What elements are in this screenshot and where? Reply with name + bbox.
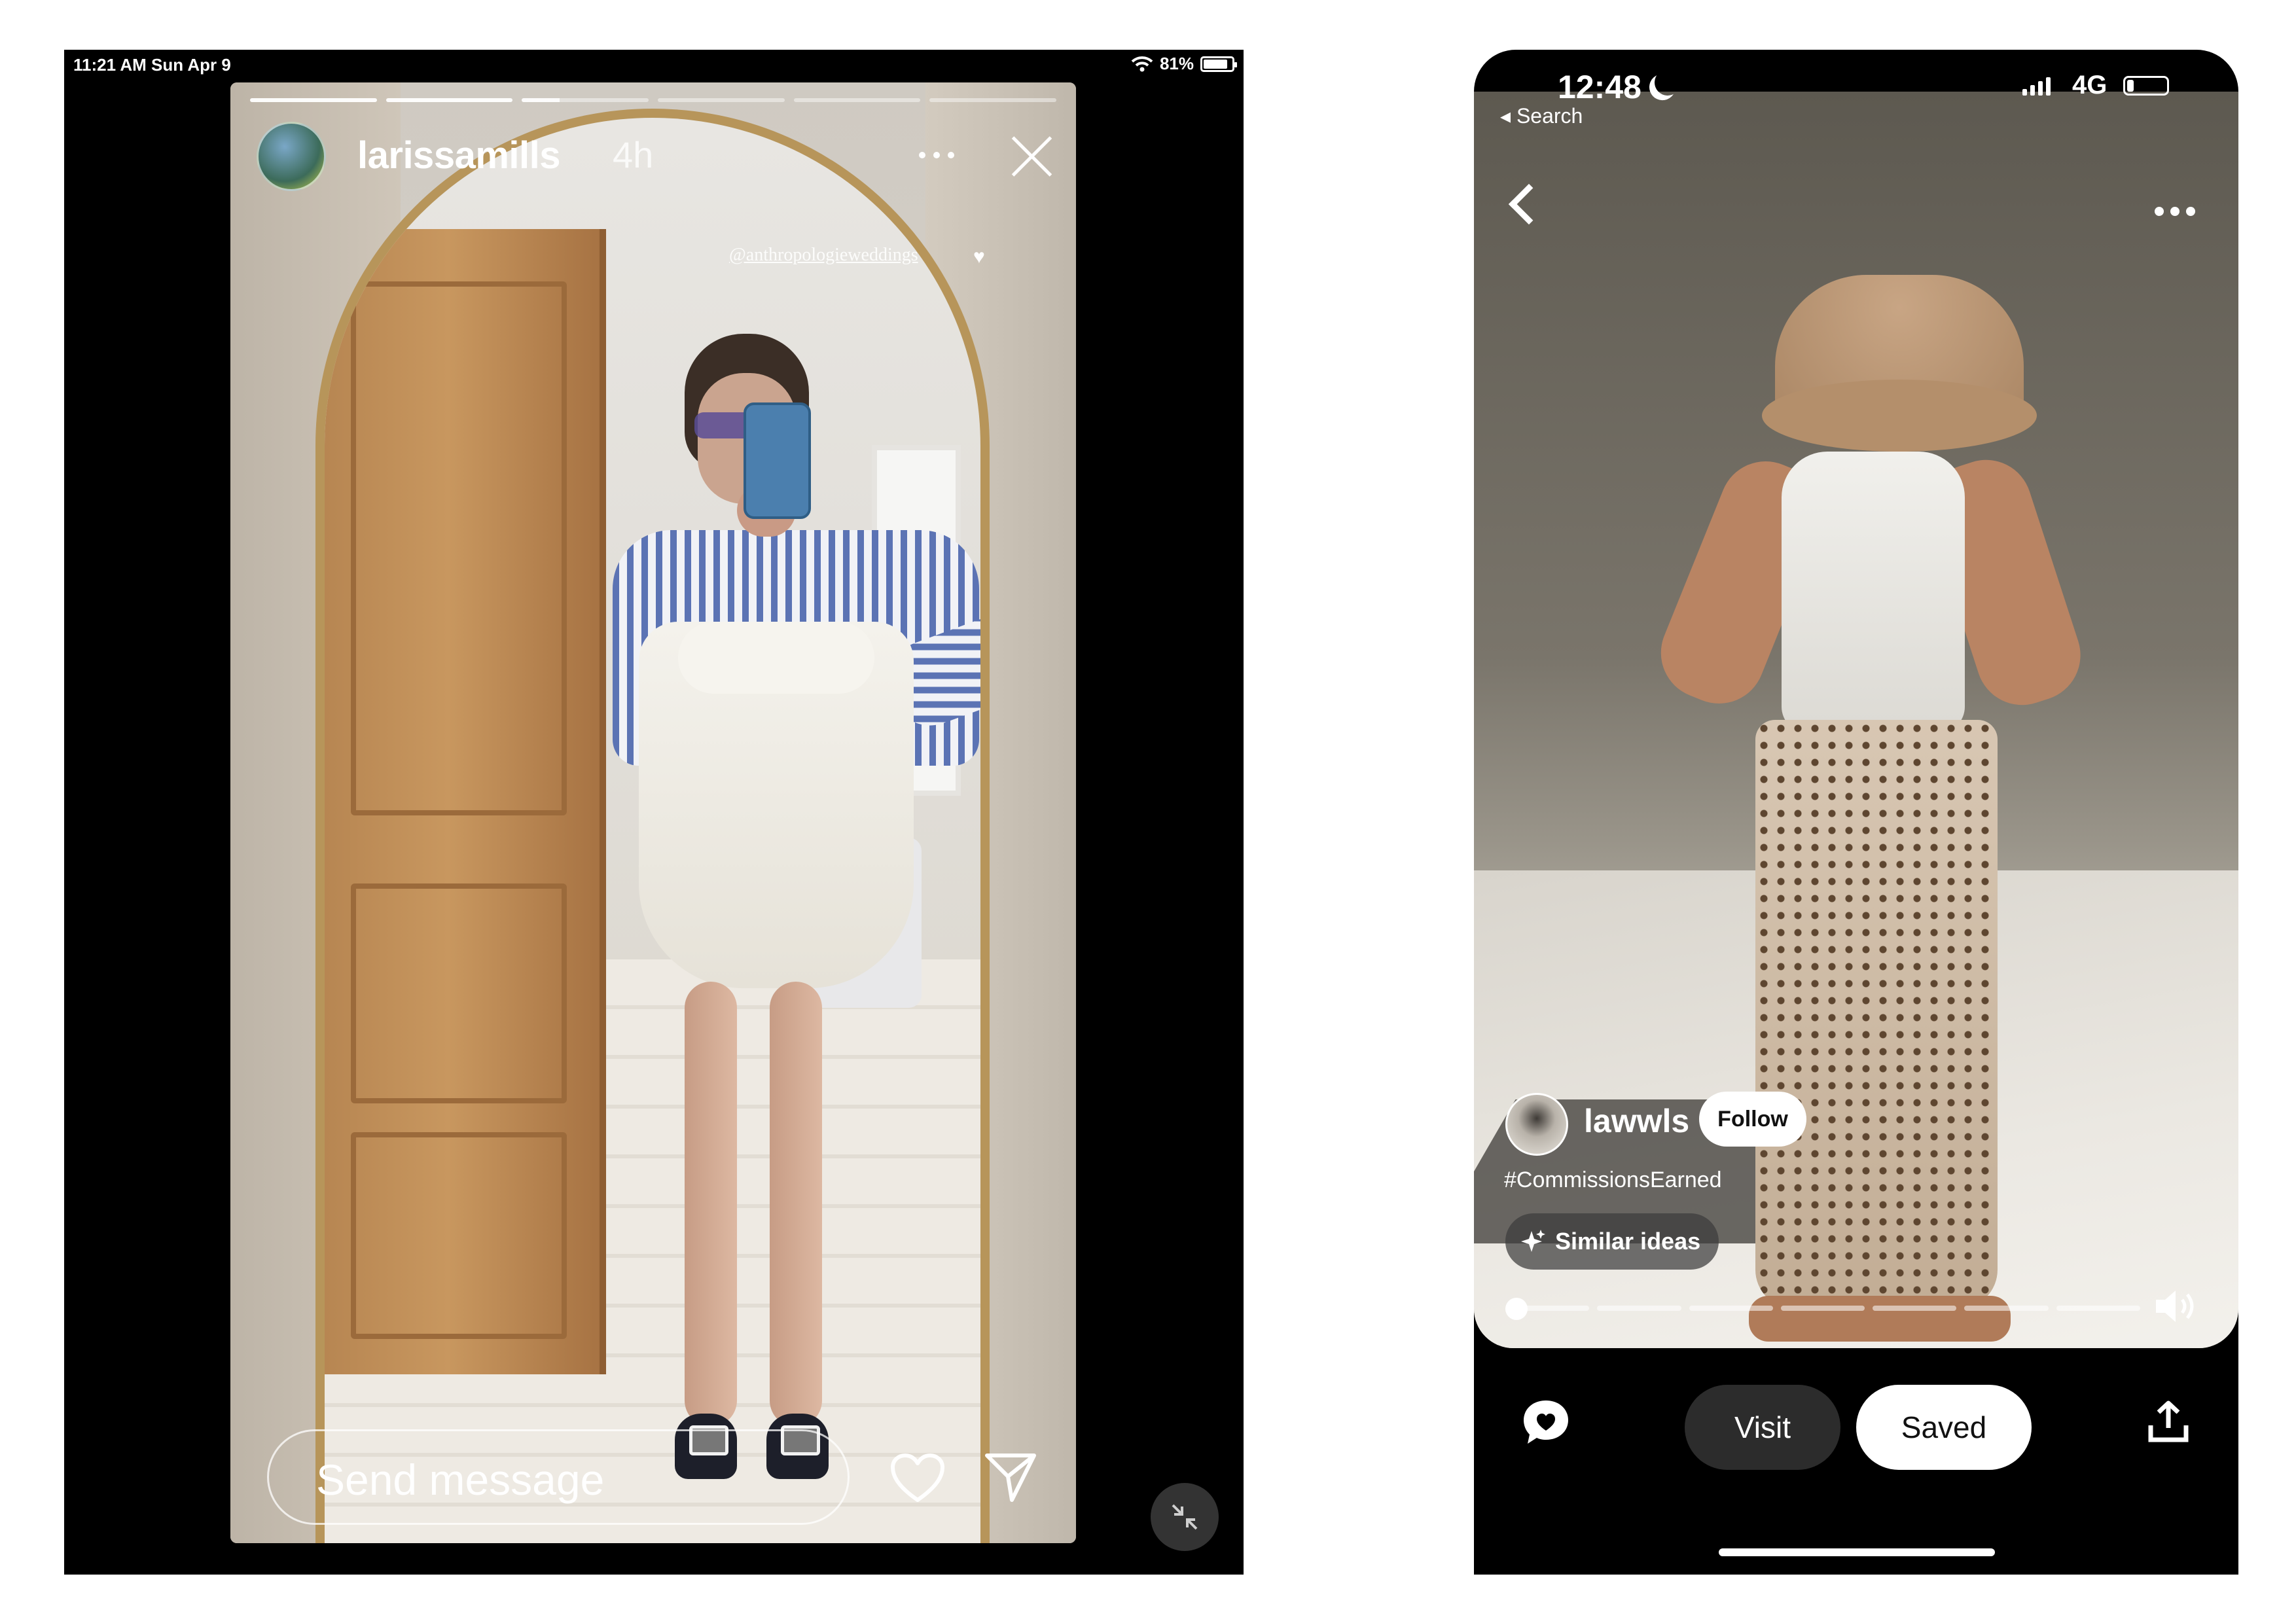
battery-icon (2123, 76, 2169, 96)
pin-username[interactable]: lawwls (1584, 1102, 1689, 1140)
network-type: 4G (2072, 71, 2108, 99)
ipad-status-bar: 11:21 AM Sun Apr 9 81% (64, 50, 1244, 82)
small-heart-icon: ♥ (973, 246, 985, 268)
more-icon[interactable] (2152, 204, 2198, 220)
story-photo-mirror (315, 109, 990, 1543)
send-message-input[interactable]: Send message (267, 1429, 850, 1525)
wifi-icon (1131, 56, 1153, 71)
status-time: 12:48 (1558, 69, 1641, 105)
status-time-date: 11:21 AM Sun Apr 9 (73, 55, 231, 75)
pin-user-avatar[interactable] (1505, 1093, 1568, 1156)
follow-button[interactable]: Follow (1699, 1092, 1806, 1147)
share-icon[interactable] (2145, 1399, 2191, 1445)
pin-photo-skirt (1755, 720, 1998, 1309)
pin-hashtag[interactable]: #CommissionsEarned (1504, 1168, 1722, 1193)
story-viewer[interactable]: larissamills 4h @anthropologieweddings ♥… (230, 82, 1076, 1543)
story-mention-tag[interactable]: @anthropologieweddings (729, 245, 918, 266)
saved-button[interactable]: Saved (1856, 1385, 2032, 1470)
close-icon[interactable] (1008, 132, 1055, 179)
story-timestamp: 4h (613, 134, 654, 175)
story-user-avatar[interactable] (257, 122, 326, 191)
iphone-status-bar: 12:48 4G (1474, 50, 2238, 105)
visit-button[interactable]: Visit (1685, 1385, 1840, 1470)
back-to-search-link[interactable]: ◂ Search (1500, 103, 1583, 128)
signal-icon (2022, 76, 2051, 96)
comment-icon[interactable] (1520, 1397, 1572, 1449)
iphone-screen: 12:48 4G ◂ Search lawwls Follow #Commiss… (1474, 50, 2238, 1575)
volume-icon[interactable] (2153, 1287, 2199, 1326)
sparkle-icon (1521, 1230, 1545, 1252)
collapse-icon (1172, 1504, 1198, 1530)
story-progress-bar (250, 98, 1057, 102)
pin-photo-tank-top (1782, 452, 1965, 733)
send-message-placeholder: Send message (316, 1455, 605, 1504)
battery-percentage: 81% (1159, 54, 1194, 73)
story-photo-person (521, 334, 980, 1543)
ipad-screen: 11:21 AM Sun Apr 9 81% larissamills 4h @… (64, 50, 1244, 1575)
video-scrubber-knob[interactable] (1505, 1298, 1528, 1320)
battery-icon (1200, 56, 1237, 72)
collapse-button[interactable] (1151, 1483, 1219, 1551)
send-icon[interactable] (983, 1449, 1038, 1504)
similar-ideas-button[interactable]: Similar ideas (1505, 1213, 1719, 1270)
heart-icon[interactable] (890, 1453, 945, 1504)
more-icon[interactable] (918, 141, 957, 168)
home-indicator[interactable] (1719, 1548, 1995, 1556)
video-progress-bar[interactable] (1505, 1298, 2140, 1320)
pin-image[interactable] (1474, 92, 2238, 1348)
similar-ideas-label: Similar ideas (1555, 1228, 1701, 1255)
story-username[interactable]: larissamills (357, 134, 561, 177)
